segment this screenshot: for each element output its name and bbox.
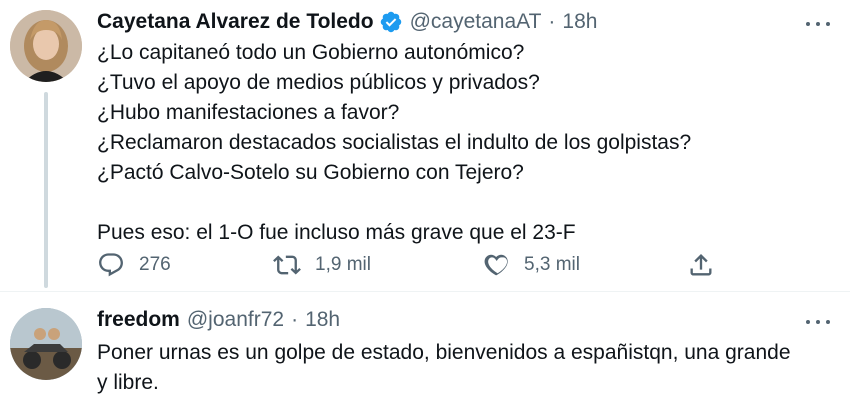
retweet-icon: [273, 255, 301, 275]
tweet-line: ¿Pactó Calvo-Sotelo su Gobierno con Teje…: [97, 161, 524, 184]
avatar[interactable]: [10, 308, 82, 380]
tweet-line: ¿Reclamaron destacados socialistas el in…: [97, 131, 692, 154]
tweet-line: y libre.: [97, 371, 159, 394]
thread-line: [44, 92, 48, 288]
reply-button[interactable]: 276: [97, 247, 171, 283]
tweet-line: ¿Hubo manifestaciones a favor?: [97, 101, 400, 124]
heart-icon: [484, 254, 508, 276]
tweet-header: Cayetana Alvarez de Toledo @cayetanaAT ·…: [97, 10, 597, 34]
like-button[interactable]: 5,3 mil: [482, 247, 580, 283]
author-handle[interactable]: @cayetanaAT: [410, 10, 542, 34]
tweet-freedom[interactable]: freedom @joanfr72 · 18h Poner urnas es u…: [0, 292, 850, 403]
tweet-line: Poner urnas es un golpe de estado, bienv…: [97, 341, 791, 364]
more-options-icon[interactable]: [806, 14, 830, 34]
reply-icon: [99, 253, 123, 277]
retweet-count: 1,9 mil: [315, 254, 371, 275]
avatar[interactable]: [10, 10, 82, 82]
separator-dot: ·: [291, 308, 299, 331]
timestamp[interactable]: 18h: [562, 10, 597, 34]
separator-dot: ·: [548, 10, 556, 33]
reply-count: 276: [139, 254, 171, 275]
timestamp[interactable]: 18h: [305, 308, 340, 332]
tweet-line: Pues eso: el 1-O fue incluso más grave q…: [97, 221, 576, 244]
more-options-icon[interactable]: [806, 312, 830, 332]
retweet-button[interactable]: 1,9 mil: [273, 247, 371, 283]
profile-photo-icon: [10, 10, 82, 82]
author-handle[interactable]: @joanfr72: [187, 308, 284, 332]
like-count: 5,3 mil: [524, 254, 580, 275]
tweet-text: Poner urnas es un golpe de estado, bienv…: [97, 338, 830, 398]
tweet-text: ¿Lo capitaneó todo un Gobierno autonómic…: [97, 38, 830, 248]
author-name[interactable]: Cayetana Alvarez de Toledo: [97, 10, 374, 34]
tweet-line: ¿Tuvo el apoyo de medios públicos y priv…: [97, 71, 540, 94]
profile-photo-icon: [10, 308, 82, 380]
tweet-line: ¿Lo capitaneó todo un Gobierno autonómic…: [97, 41, 525, 64]
action-bar: 276 1,9 mil 5,3 mil: [97, 247, 737, 283]
share-icon: [690, 254, 712, 276]
tweet-header: freedom @joanfr72 · 18h: [97, 308, 340, 332]
author-name[interactable]: freedom: [97, 308, 180, 332]
share-button[interactable]: [687, 247, 715, 283]
verified-badge-icon: [379, 10, 403, 34]
tweet-cayetana[interactable]: Cayetana Alvarez de Toledo @cayetanaAT ·…: [0, 0, 850, 292]
